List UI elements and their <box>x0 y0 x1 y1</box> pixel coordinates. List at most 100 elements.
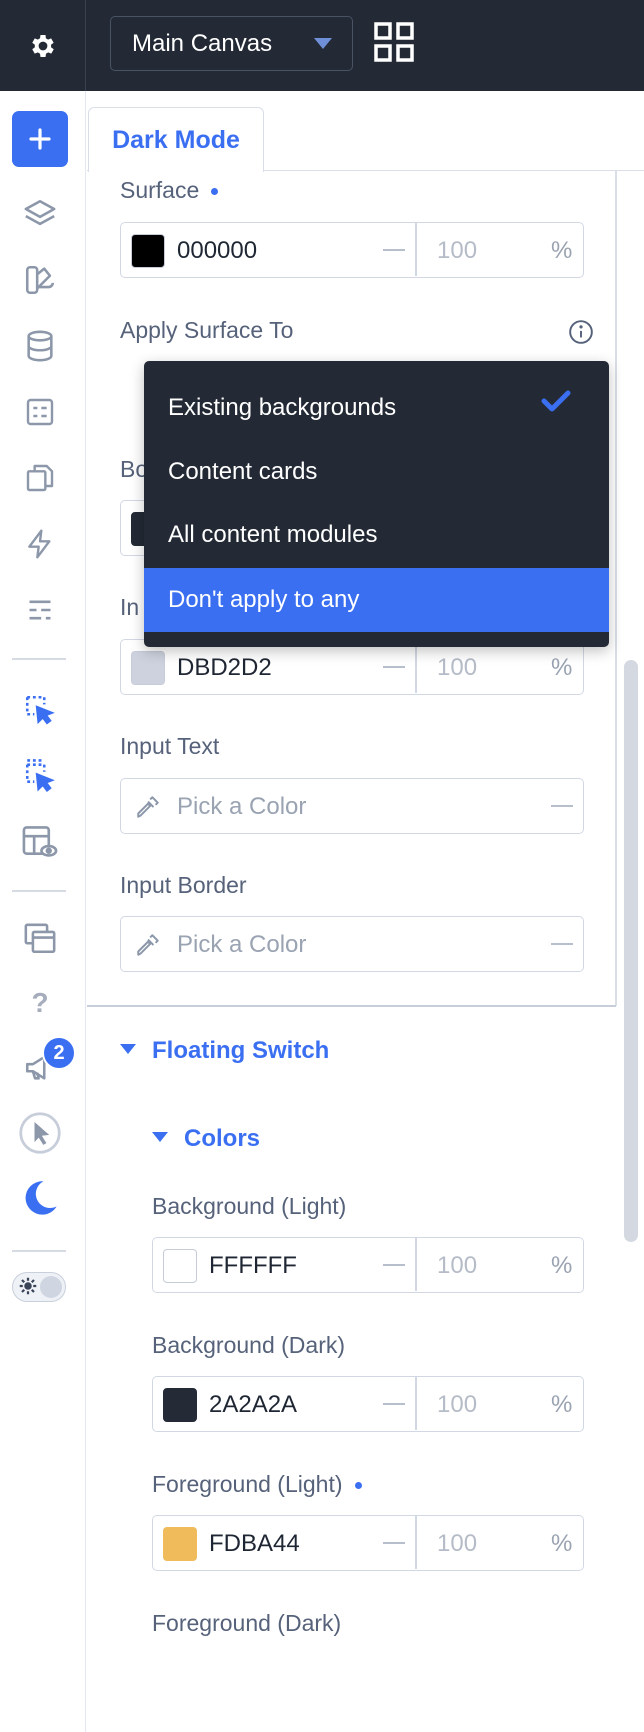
field-separator <box>415 640 417 693</box>
notification-badge: 2 <box>42 1036 76 1070</box>
modified-dot <box>354 1482 362 1490</box>
surface-label-text: Surface <box>120 177 200 203</box>
bg-dark-color-field[interactable]: 2A2A2A 100 % <box>152 1376 584 1432</box>
clear-dash-icon[interactable] <box>551 805 573 807</box>
layers-icon <box>24 199 56 226</box>
hex-value[interactable]: DBD2D2 <box>177 654 272 682</box>
hex-value[interactable]: 000000 <box>177 237 257 265</box>
surface-color-field[interactable]: 000000 100 % <box>120 222 584 278</box>
field-separator <box>415 223 417 276</box>
menu-item-label: All content modules <box>168 521 378 548</box>
surface-label: Surface <box>120 177 219 204</box>
bg-light-label: Background (Light) <box>152 1193 347 1219</box>
floating-switch-heading[interactable]: Floating Switch <box>152 1037 329 1065</box>
moon-icon <box>25 1181 57 1215</box>
hex-value[interactable]: 2A2A2A <box>209 1391 297 1419</box>
add-button[interactable] <box>12 111 68 167</box>
input-border-color-field[interactable]: Pick a Color <box>120 916 584 972</box>
color-swatch[interactable] <box>131 651 165 685</box>
layers-button[interactable] <box>12 186 68 242</box>
clear-dash-icon[interactable] <box>383 1403 405 1405</box>
form-icon <box>26 398 54 426</box>
opacity-value[interactable]: 100 <box>437 237 477 265</box>
opacity-value[interactable]: 100 <box>437 1391 477 1419</box>
color-placeholder[interactable]: Pick a Color <box>177 793 306 821</box>
opacity-value[interactable]: 100 <box>437 654 477 682</box>
color-placeholder[interactable]: Pick a Color <box>177 931 306 959</box>
dark-mode-button[interactable] <box>12 1170 68 1226</box>
opacity-value[interactable]: 100 <box>437 1252 477 1280</box>
triangle-down-icon[interactable] <box>120 1044 136 1054</box>
canvas-select-value: Main Canvas <box>132 29 273 57</box>
grid-icon[interactable] <box>374 22 414 62</box>
color-swatch[interactable] <box>163 1249 197 1283</box>
input-bg-label-partial: In <box>120 594 140 620</box>
input-text-label: Input Text <box>120 733 220 759</box>
preview-button[interactable] <box>12 814 68 870</box>
clear-dash-icon[interactable] <box>551 943 573 945</box>
data-button[interactable] <box>12 318 68 374</box>
pointer-mode-button[interactable] <box>12 1105 68 1161</box>
settings-button[interactable] <box>0 0 86 91</box>
actions-button[interactable] <box>12 516 68 572</box>
theme-button[interactable] <box>12 252 68 308</box>
percent-sign: % <box>551 237 573 264</box>
top-bar: Main Canvas <box>0 0 644 91</box>
settings-list-button[interactable] <box>12 582 68 638</box>
theme-toggle[interactable] <box>12 1272 66 1302</box>
menu-item-content-cards[interactable]: Content cards <box>144 440 609 504</box>
chevron-down-icon <box>314 38 332 49</box>
modified-dot <box>211 188 219 196</box>
section-divider <box>87 1005 616 1007</box>
percent-sign: % <box>551 654 573 681</box>
windows-icon <box>24 923 56 954</box>
field-separator <box>415 1516 417 1569</box>
fg-light-label: Foreground (Light) <box>152 1471 362 1498</box>
bg-dark-label: Background (Dark) <box>152 1332 346 1358</box>
pages-button[interactable] <box>12 450 68 506</box>
fg-light-color-field[interactable]: FDBA44 100 % <box>152 1515 584 1571</box>
input-bg-color-field[interactable]: DBD2D2 100 % <box>120 639 584 695</box>
input-border-label: Input Border <box>120 872 247 898</box>
menu-item-all-content-modules[interactable]: All content modules <box>144 503 609 567</box>
clear-dash-icon[interactable] <box>383 1542 405 1544</box>
multi-select-pointer-icon <box>25 759 55 792</box>
hex-value[interactable]: FFFFFF <box>209 1252 297 1280</box>
help-button[interactable]: ? <box>12 975 68 1031</box>
rail-divider <box>12 658 66 660</box>
multi-select-button[interactable] <box>12 748 68 804</box>
color-swatch[interactable] <box>163 1527 197 1561</box>
hex-value[interactable]: FDBA44 <box>209 1530 300 1558</box>
percent-sign: % <box>551 1252 573 1279</box>
windows-button[interactable] <box>12 911 68 967</box>
clear-dash-icon[interactable] <box>383 1264 405 1266</box>
cursor-circle-icon <box>19 1112 61 1154</box>
info-icon[interactable] <box>568 319 594 345</box>
clear-dash-icon[interactable] <box>383 666 405 668</box>
color-swatch[interactable] <box>131 234 165 268</box>
colors-heading[interactable]: Colors <box>184 1125 260 1153</box>
plus-icon <box>29 128 51 150</box>
menu-item-dont-apply[interactable]: Don't apply to any <box>144 568 609 632</box>
help-icon: ? <box>31 987 49 1018</box>
percent-sign: % <box>551 1391 573 1418</box>
clear-dash-icon[interactable] <box>383 249 405 251</box>
panel-divider <box>615 171 617 1006</box>
canvas-select[interactable]: Main Canvas <box>110 16 353 71</box>
forms-button[interactable] <box>12 384 68 440</box>
rail-divider <box>12 1250 66 1252</box>
bg-light-color-field[interactable]: FFFFFF 100 % <box>152 1237 584 1293</box>
menu-item-label: Don't apply to any <box>168 586 360 613</box>
tab-dark-mode[interactable]: Dark Mode <box>88 107 264 172</box>
triangle-down-icon[interactable] <box>152 1132 168 1142</box>
menu-item-existing-backgrounds[interactable]: Existing backgrounds <box>144 376 609 440</box>
opacity-value[interactable]: 100 <box>437 1530 477 1558</box>
sun-icon <box>19 1277 37 1295</box>
field-separator <box>415 1377 417 1430</box>
database-icon <box>27 330 53 362</box>
fg-dark-label: Foreground (Dark) <box>152 1610 342 1636</box>
color-swatch[interactable] <box>163 1388 197 1422</box>
input-text-color-field[interactable]: Pick a Color <box>120 778 584 834</box>
select-tool-button[interactable] <box>12 682 68 738</box>
panel-scrollbar[interactable] <box>624 660 638 1242</box>
